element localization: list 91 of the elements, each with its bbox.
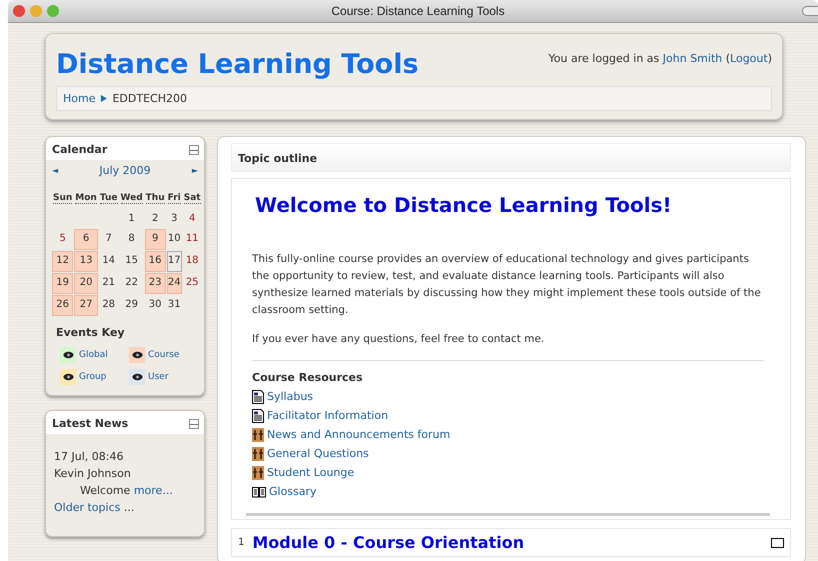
event-key-link[interactable]: User (148, 372, 169, 382)
calendar-day[interactable]: 22 (120, 273, 144, 292)
calendar-day[interactable]: 18 (182, 251, 202, 270)
calendar-day[interactable]: 21 (98, 273, 119, 292)
calendar-day[interactable]: 28 (98, 295, 119, 314)
weekday-label: Mon (75, 193, 97, 204)
section-title: Module 0 - Course Orientation (252, 533, 526, 552)
welcome-heading: Welcome to Distance Learning Tools! (255, 193, 673, 217)
collapse-button[interactable] (189, 144, 199, 154)
eye-icon (132, 373, 142, 381)
calendar-day[interactable]: 20 (74, 273, 98, 294)
people-icon (252, 428, 264, 442)
previous-month-button[interactable]: ◄ (52, 166, 58, 175)
section-number: 1 (238, 537, 244, 548)
calendar-day[interactable]: 23 (144, 273, 166, 294)
weekday-label: Thu (146, 193, 165, 204)
people-icon (252, 466, 264, 480)
book-icon (252, 486, 266, 498)
calendar-day[interactable]: 17 (166, 251, 182, 272)
calendar-day[interactable]: 1 (120, 209, 144, 228)
calendar-day[interactable]: 24 (166, 273, 182, 294)
calendar-day[interactable]: 6 (74, 229, 98, 250)
calendar-day[interactable]: 19 (52, 273, 74, 294)
eye-icon (132, 351, 142, 359)
ellipsis-text: ... (124, 501, 134, 514)
zoom-button[interactable] (47, 5, 59, 17)
login-info: You are logged in as John Smith (Logout) (548, 52, 772, 65)
month-link[interactable]: July 2009 (99, 164, 151, 177)
calendar-day[interactable]: 4 (182, 209, 202, 228)
block-title: Latest News (52, 417, 128, 430)
calendar-day[interactable]: 29 (120, 295, 144, 314)
event-key-link[interactable]: Group (79, 372, 106, 382)
window-title: Course: Distance Learning Tools (330, 4, 506, 18)
logout-link[interactable]: Logout (730, 52, 768, 65)
more-link[interactable]: more... (134, 484, 173, 497)
calendar-day[interactable]: 2 (144, 209, 166, 228)
calendar-day[interactable]: 15 (120, 251, 144, 270)
calendar-day[interactable]: 31 (166, 295, 182, 314)
toolbar-toggle-button[interactable] (802, 6, 818, 16)
weekday-label: Tue (100, 193, 118, 204)
weekday-label: Sun (53, 193, 72, 204)
arrow-icon (100, 95, 108, 102)
calendar-day[interactable]: 14 (98, 251, 119, 270)
event-key-link[interactable]: Course (148, 350, 180, 360)
breadcrumb-link[interactable]: Home (63, 92, 96, 105)
calendar-day[interactable]: 16 (144, 251, 166, 272)
events-key-title: Events Key (56, 326, 126, 339)
eye-icon (62, 351, 74, 359)
calendar-day[interactable]: 3 (166, 209, 182, 228)
outline-title: Topic outline (238, 152, 318, 165)
news-author: Kevin Johnson (54, 466, 132, 482)
resource-link[interactable]: Syllabus (267, 390, 314, 403)
calendar-day[interactable]: 26 (52, 295, 74, 316)
document-icon (252, 390, 264, 404)
block-title: Calendar (52, 143, 108, 156)
username-link[interactable]: John Smith (662, 52, 722, 65)
event-key-link[interactable]: Global (79, 350, 108, 360)
show-only-button[interactable] (771, 538, 784, 548)
description-paragraph: If you ever have any questions, feel free to contact me. (252, 332, 546, 347)
calendar-day[interactable]: 25 (182, 273, 202, 292)
description-paragraph: This fully-online course provides an overview of educational technology and gives participants the opportunity to review, test, and evaluate distance learning tools. Participants will also synthesize learned materials by discussing how they might implement these tools outside of the classroom setting. (252, 252, 762, 318)
calendar-day[interactable]: 7 (98, 229, 119, 248)
news-subject: Welcome (80, 484, 130, 497)
calendar-day[interactable]: 27 (74, 295, 98, 316)
older-topics-link[interactable]: Older topics (54, 501, 120, 514)
calendar-day[interactable]: 10 (166, 229, 182, 248)
next-month-button[interactable]: ► (192, 166, 198, 175)
weekday-label: Sat (184, 193, 201, 204)
resource-link[interactable]: Glossary (269, 485, 317, 498)
site-title: Distance Learning Tools (56, 49, 419, 80)
document-icon (252, 408, 264, 422)
resources-title: Course Resources (252, 371, 364, 384)
calendar-day[interactable]: 12 (52, 251, 74, 272)
calendar-day[interactable]: 5 (52, 229, 74, 248)
calendar-day[interactable]: 13 (74, 251, 98, 272)
resource-link[interactable]: General Questions (267, 447, 369, 460)
people-icon (252, 446, 264, 460)
calendar-day[interactable]: 11 (182, 229, 202, 248)
breadcrumb-current: EDDTECH200 (112, 92, 187, 105)
resource-link[interactable]: Facilitator Information (267, 409, 388, 422)
weekday-label: Fri (168, 193, 181, 204)
close-button[interactable] (13, 5, 25, 17)
news-date: 17 Jul, 08:46 (54, 449, 124, 465)
resource-link[interactable]: Student Lounge (267, 466, 354, 479)
eye-icon (62, 373, 74, 381)
weekday-label: Wed (120, 193, 143, 204)
resource-link[interactable]: News and Announcements forum (267, 428, 450, 441)
collapse-button[interactable] (189, 418, 199, 428)
calendar-day[interactable]: 8 (120, 229, 144, 248)
calendar-day[interactable]: 30 (144, 295, 166, 314)
calendar-day[interactable]: 9 (144, 229, 166, 250)
